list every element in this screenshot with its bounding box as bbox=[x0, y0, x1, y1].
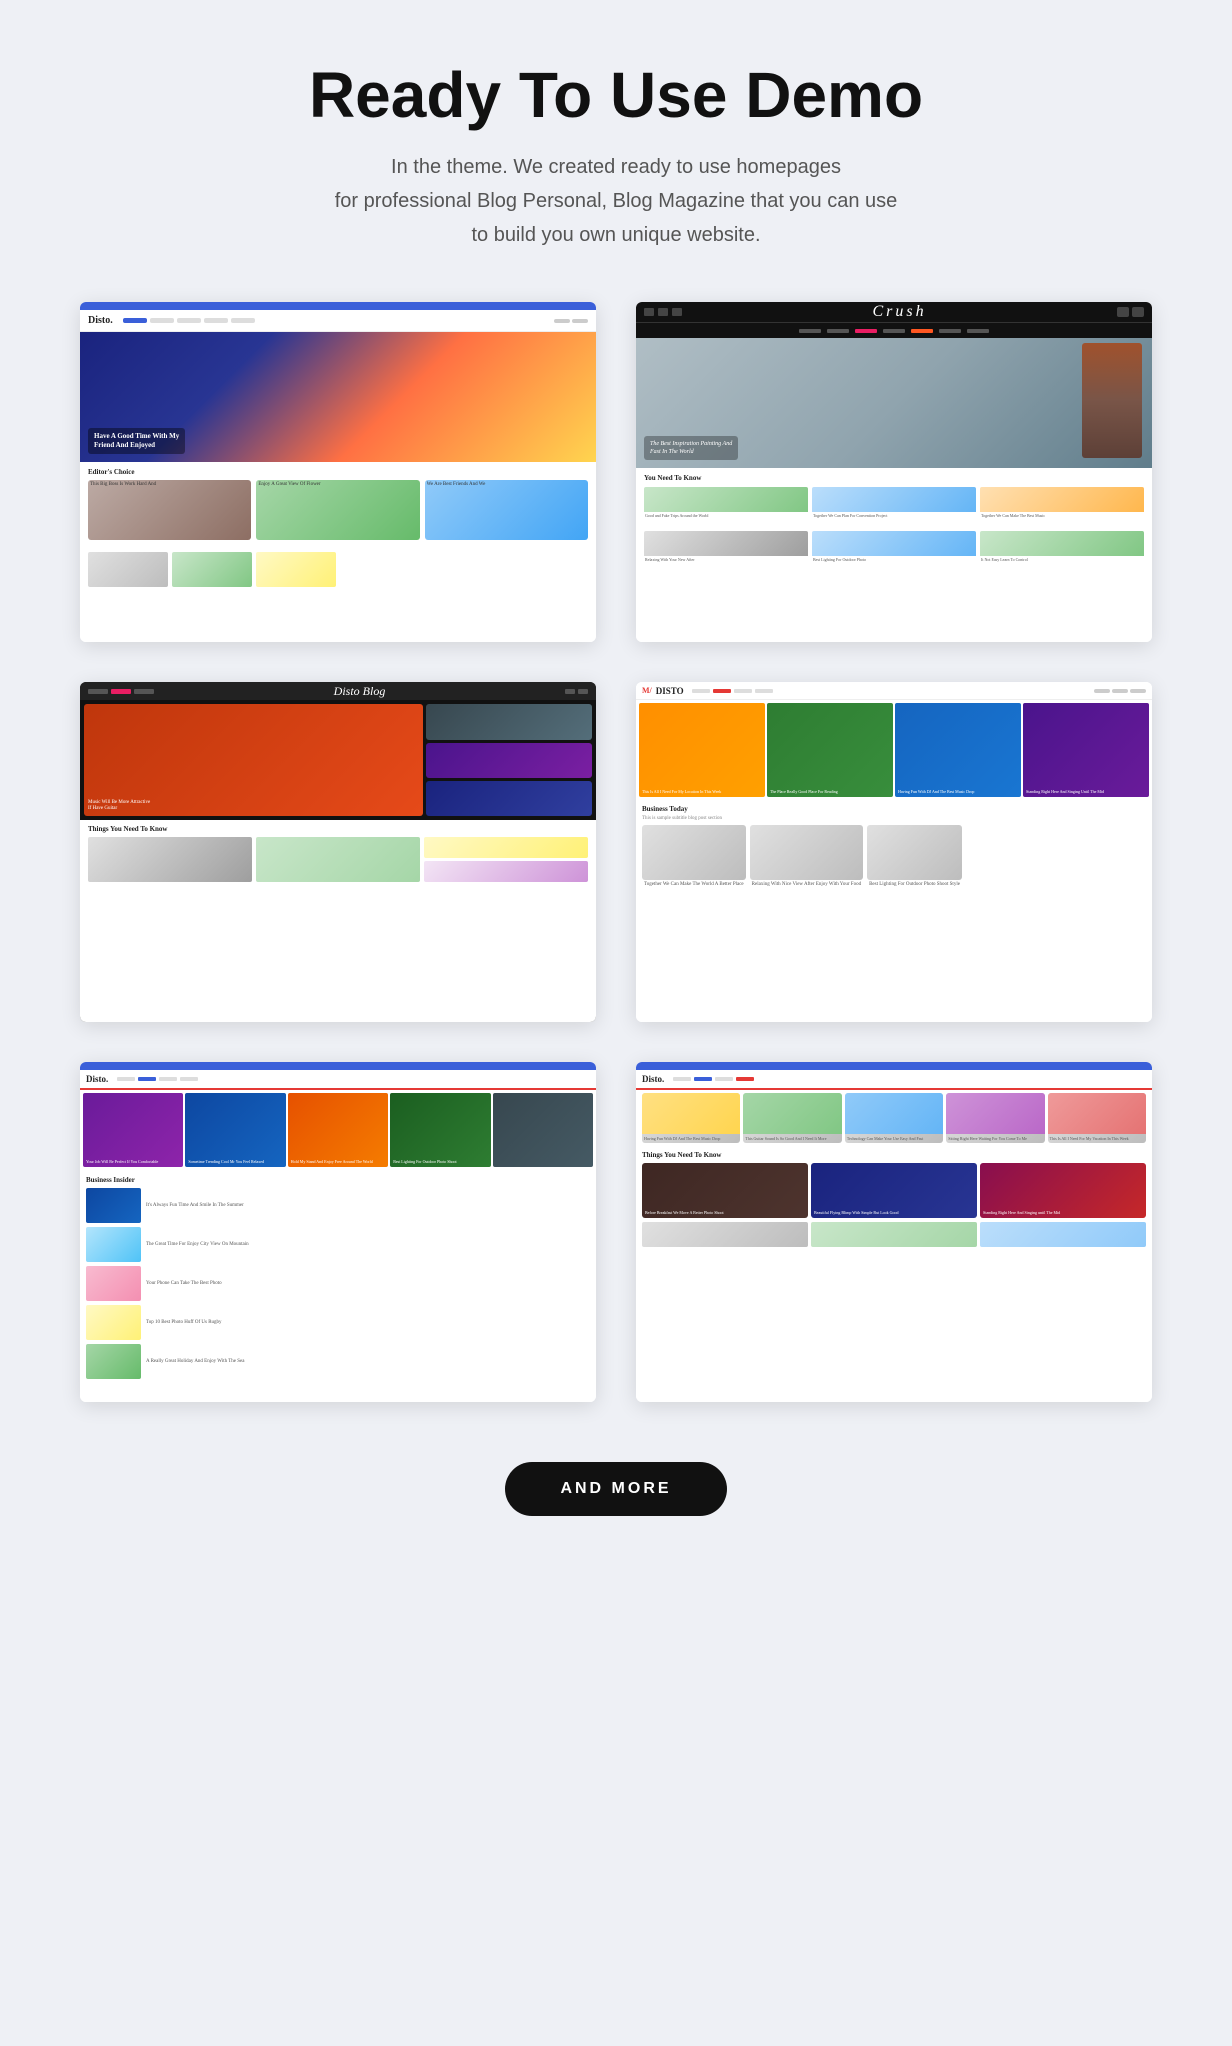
demo-card-5[interactable]: Disto. Your Job Will Be Perfect If You C… bbox=[80, 1062, 596, 1402]
demo-screenshot-6: Disto. Having Fun With DJ And The Best M… bbox=[636, 1062, 1152, 1402]
demo-card-6[interactable]: Disto. Having Fun With DJ And The Best M… bbox=[636, 1062, 1152, 1402]
demo-screenshot-2: Crush bbox=[636, 302, 1152, 642]
demo-card-1[interactable]: Disto. Have A Good Time bbox=[80, 302, 596, 642]
demo-screenshot-4: M/ DISTO This Is All I Need bbox=[636, 682, 1152, 1022]
demo-screenshot-5: Disto. Your Job Will Be Perfect If You C… bbox=[80, 1062, 596, 1402]
demo-card-3[interactable]: Disto Blog Music Will Be More Attractive… bbox=[80, 682, 596, 1022]
and-more-button[interactable]: AND MORE bbox=[505, 1462, 726, 1516]
page-title: Ready To Use Demo bbox=[309, 60, 923, 130]
demos-grid: Disto. Have A Good Time bbox=[80, 302, 1152, 1402]
demo-screenshot-3: Disto Blog Music Will Be More Attractive… bbox=[80, 682, 596, 1022]
demo-card-4[interactable]: M/ DISTO This Is All I Need bbox=[636, 682, 1152, 1022]
demo-card-2[interactable]: Crush bbox=[636, 302, 1152, 642]
demo-screenshot-1: Disto. Have A Good Time bbox=[80, 302, 596, 642]
header-section: Ready To Use Demo In the theme. We creat… bbox=[309, 60, 923, 252]
subtitle: In the theme. We created ready to use ho… bbox=[309, 150, 923, 252]
